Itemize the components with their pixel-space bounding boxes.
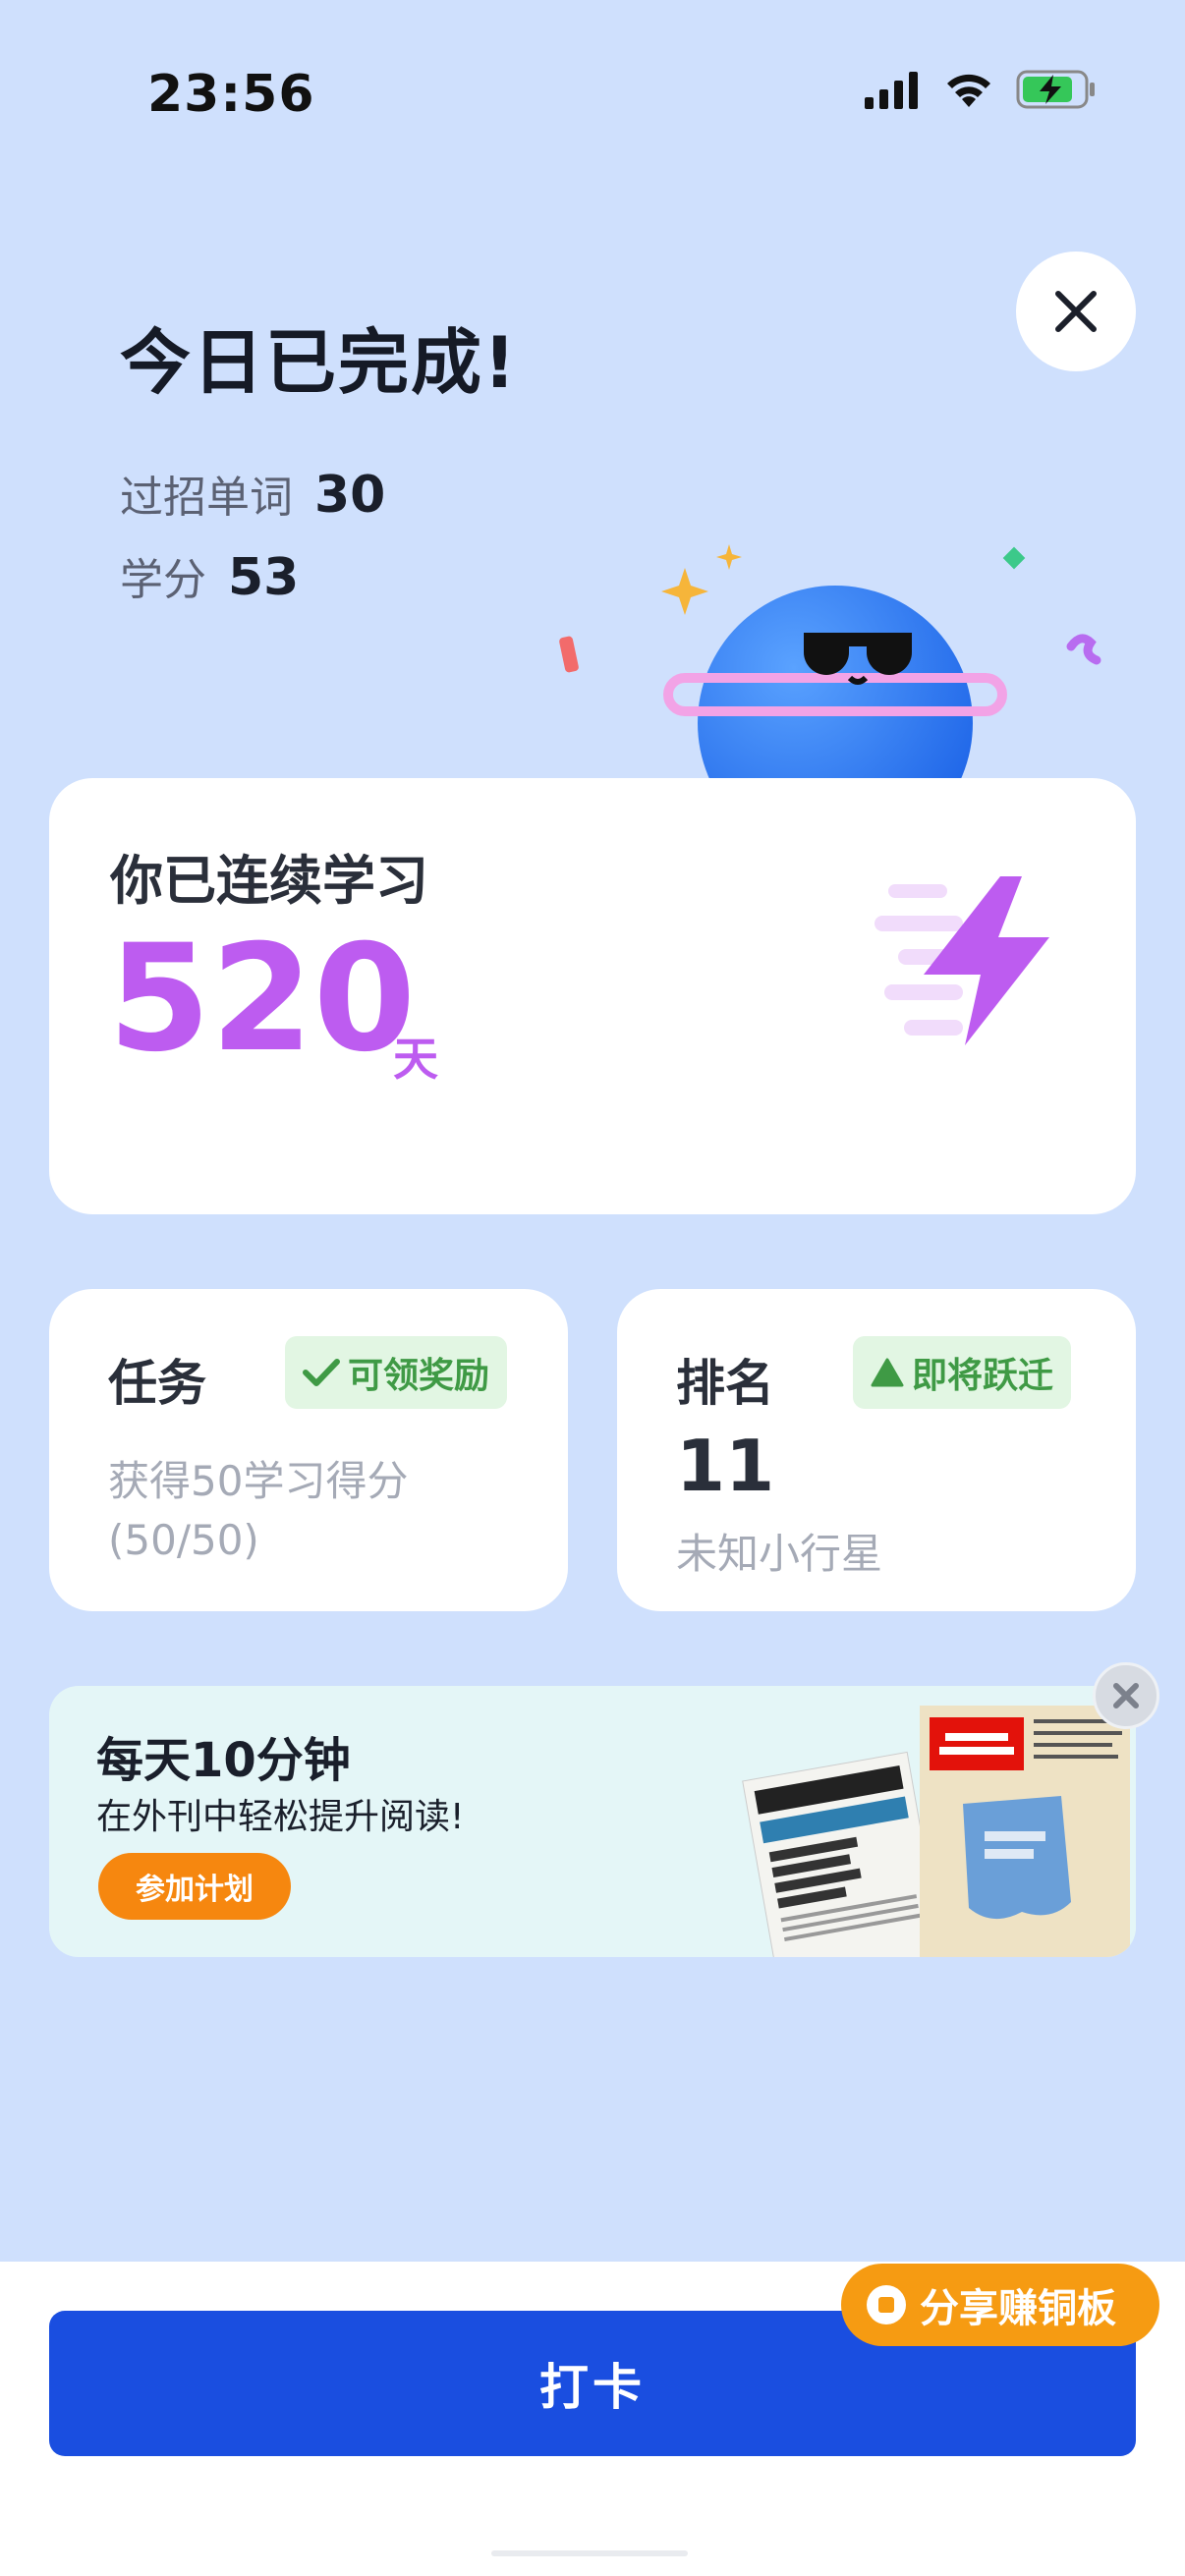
streak-unit: 天 [393, 1033, 438, 1086]
triangle-up-icon [871, 1358, 904, 1387]
reward-badge[interactable]: 可领奖励 [285, 1336, 508, 1409]
lightning-icon [875, 876, 1049, 1045]
task-title: 任务 [108, 1355, 206, 1412]
streak-days: 520 [108, 914, 417, 1085]
status-icons [863, 69, 1097, 110]
rank-subtitle: 未知小行星 [676, 1530, 883, 1578]
banner-subtitle: 在外刊中轻松提升阅读! [96, 1797, 465, 1837]
close-icon [1113, 1683, 1139, 1708]
task-progress: (50/50) [108, 1516, 259, 1564]
task-description: 获得50学习得分 (50/50) [108, 1452, 408, 1570]
page-title: 今日已完成! [120, 321, 518, 404]
rank-up-badge-label: 即将跃迁 [912, 1356, 1054, 1396]
close-icon [1055, 291, 1097, 332]
signal-icon [865, 72, 918, 109]
reward-badge-label: 可领奖励 [348, 1356, 490, 1396]
rank-number: 11 [676, 1425, 775, 1507]
share-earn-button[interactable]: 分享赚铜板 [841, 2264, 1159, 2346]
streak-label: 你已连续学习 [110, 850, 428, 912]
coin-icon [867, 2285, 906, 2324]
join-plan-button[interactable]: 参加计划 [98, 1853, 291, 1920]
rank-card[interactable]: 排名 即将跃迁 11 未知小行星 [617, 1289, 1136, 1611]
task-card[interactable]: 任务 可领奖励 获得50学习得分 (50/50) [49, 1289, 568, 1611]
planet-mascot-illustration [559, 544, 1101, 786]
stat-words: 过招单词 30 [120, 462, 385, 525]
streak-card: 你已连续学习 520 天 [49, 778, 1136, 1214]
checkmark-icon [303, 1359, 340, 1386]
sparkle-icon [661, 568, 708, 615]
banner-close-button[interactable] [1093, 1662, 1159, 1729]
sparkle-icon [716, 544, 742, 570]
close-button[interactable] [1016, 252, 1136, 371]
banner-title: 每天10分钟 [96, 1733, 351, 1788]
stat-words-value: 30 [314, 466, 386, 525]
rank-up-badge: 即将跃迁 [853, 1336, 1072, 1409]
home-indicator [491, 2550, 688, 2556]
share-earn-label: 分享赚铜板 [920, 2286, 1116, 2331]
stat-words-label: 过招单词 [120, 473, 293, 523]
rank-title: 排名 [676, 1355, 774, 1412]
stat-credits: 学分 53 [120, 544, 299, 607]
stat-credits-value: 53 [228, 548, 300, 607]
wifi-icon [947, 74, 990, 107]
task-desc-line1: 获得50学习得分 [108, 1457, 409, 1505]
stat-credits-label: 学分 [120, 555, 206, 605]
reading-plan-banner[interactable]: 每天10分钟 在外刊中轻松提升阅读! 参加计划 [49, 1686, 1136, 1957]
magazine-covers-illustration [742, 1706, 1130, 1957]
status-time: 23:56 [147, 65, 315, 124]
battery-charging-icon [1016, 70, 1095, 109]
